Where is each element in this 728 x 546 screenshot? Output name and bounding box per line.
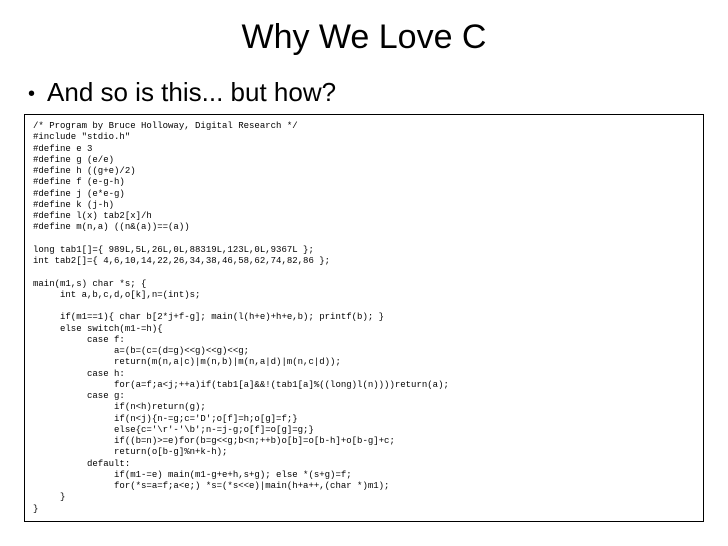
bullet-item: • And so is this... but how? [0, 77, 728, 108]
slide-title: Why We Love C [0, 18, 728, 57]
code-block: /* Program by Bruce Holloway, Digital Re… [33, 121, 695, 515]
slide: Why We Love C • And so is this... but ho… [0, 0, 728, 546]
bullet-dot-icon: • [28, 84, 35, 104]
code-box: /* Program by Bruce Holloway, Digital Re… [24, 114, 704, 522]
bullet-text: And so is this... but how? [47, 77, 336, 108]
